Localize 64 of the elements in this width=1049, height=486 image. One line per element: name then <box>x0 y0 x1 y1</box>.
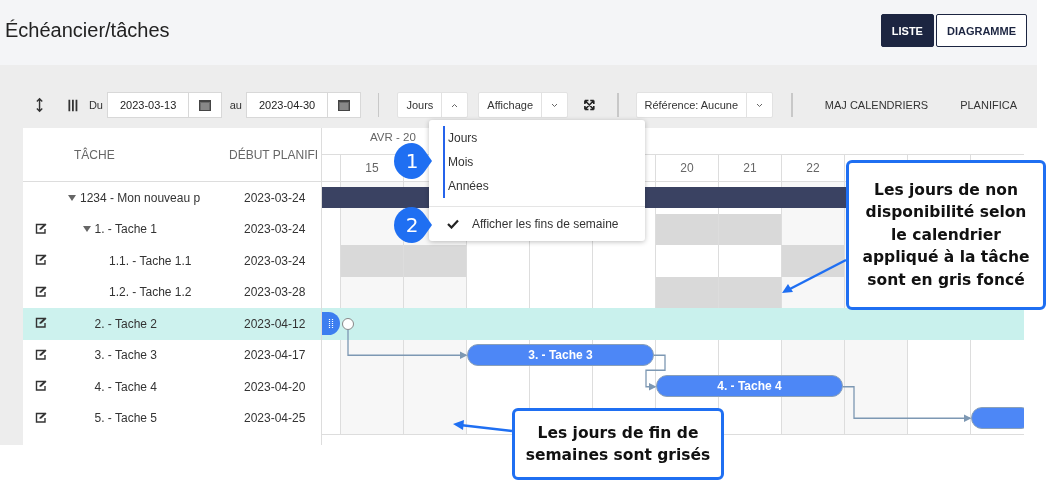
month-label: AVR - 20 <box>370 131 416 143</box>
edit-icon[interactable] <box>35 222 47 234</box>
edit-icon[interactable] <box>35 254 47 265</box>
edit-icon[interactable] <box>35 348 47 360</box>
columns-icon[interactable] <box>68 98 78 112</box>
edit-icon[interactable] <box>35 411 47 423</box>
callout-note: Les jours de fin de semaines sont grisés <box>512 408 724 480</box>
drag-handle[interactable] <box>322 312 340 335</box>
collapse-triangle-icon[interactable] <box>82 226 91 233</box>
chevron-down-icon <box>551 102 559 108</box>
expand-icon[interactable] <box>584 99 595 111</box>
step-badge: 2 <box>394 207 432 243</box>
page-title: Échéancier/tâches <box>5 18 170 42</box>
to-label: au <box>229 99 242 111</box>
calendar-button[interactable] <box>327 92 361 118</box>
start-date: 2023-03-28 <box>244 285 306 300</box>
edit-icon[interactable] <box>35 380 47 391</box>
menu-item[interactable]: Mois <box>448 150 645 174</box>
day-number: 15 <box>365 161 379 175</box>
start-date: 2023-04-12 <box>244 316 306 331</box>
day-number: 22 <box>806 161 820 175</box>
vertical-arrows-icon[interactable] <box>36 97 44 113</box>
start-date: 2023-04-20 <box>244 379 306 394</box>
reference-dropdown[interactable]: Référence: Aucune <box>635 92 774 118</box>
task-name: 1. - Tache 1 <box>94 222 157 237</box>
task-name: 3. - Tache 3 <box>94 348 157 363</box>
task-name: 2. - Tache 2 <box>94 316 157 331</box>
task-bar[interactable] <box>971 406 1024 429</box>
start-date: 2023-04-25 <box>244 411 306 426</box>
toolbar-action-button[interactable]: MAJ CALENDRIERS <box>812 99 941 111</box>
toolbar-action-button[interactable]: PLANIFICA <box>948 99 1029 111</box>
task-name: 4. - Tache 4 <box>94 379 157 394</box>
view-tab[interactable]: LISTE <box>880 14 934 47</box>
from-label: Du <box>88 99 103 111</box>
menu-item[interactable]: Jours <box>448 126 645 150</box>
menu-item[interactable]: Années <box>448 174 645 198</box>
task-name: 1.1. - Tache 1.1 <box>109 253 192 268</box>
column-header: TÂCHE <box>74 148 115 162</box>
display-dropdown[interactable]: Affichage <box>478 92 569 118</box>
chevron-down-icon <box>756 102 764 108</box>
day-number: 20 <box>680 161 694 175</box>
step-badge: 1 <box>394 143 432 179</box>
selected-row-highlight[interactable]: 2. - Tache 2 2023-04-12 <box>23 308 321 340</box>
start-date: 2023-03-24 <box>244 222 306 237</box>
end-date-field[interactable]: 2023-04-30 <box>245 92 328 118</box>
column-header: DÉBUT PLANIFI <box>229 148 319 162</box>
start-date: 2023-03-24 <box>244 253 306 268</box>
task-name: 1.2. - Tache 1.2 <box>109 285 192 300</box>
day-number: 21 <box>743 161 757 175</box>
scale-dropdown[interactable]: Jours <box>397 92 469 118</box>
callout-note: Les jours de non disponibilité selon le calendrier appliqué à la tâche sont en gris foncé <box>846 160 1046 310</box>
collapse-triangle-icon[interactable] <box>68 194 76 201</box>
calendar-icon <box>198 99 211 111</box>
start-date: 2023-04-17 <box>244 348 306 363</box>
calendar-button[interactable] <box>188 92 222 118</box>
calendar-icon <box>337 99 350 111</box>
start-date: 2023-03-24 <box>244 190 306 205</box>
menu-item[interactable]: Afficher les fins de semaine <box>429 207 645 241</box>
task-name: 5. - Tache 5 <box>94 411 157 426</box>
edit-icon[interactable] <box>35 317 47 328</box>
task-name: 1234 - Mon nouveau p <box>80 190 201 205</box>
edit-icon[interactable] <box>35 285 47 297</box>
start-date-field[interactable]: 2023-03-13 <box>107 92 189 118</box>
view-tab[interactable]: DIAGRAMME <box>935 14 1027 47</box>
